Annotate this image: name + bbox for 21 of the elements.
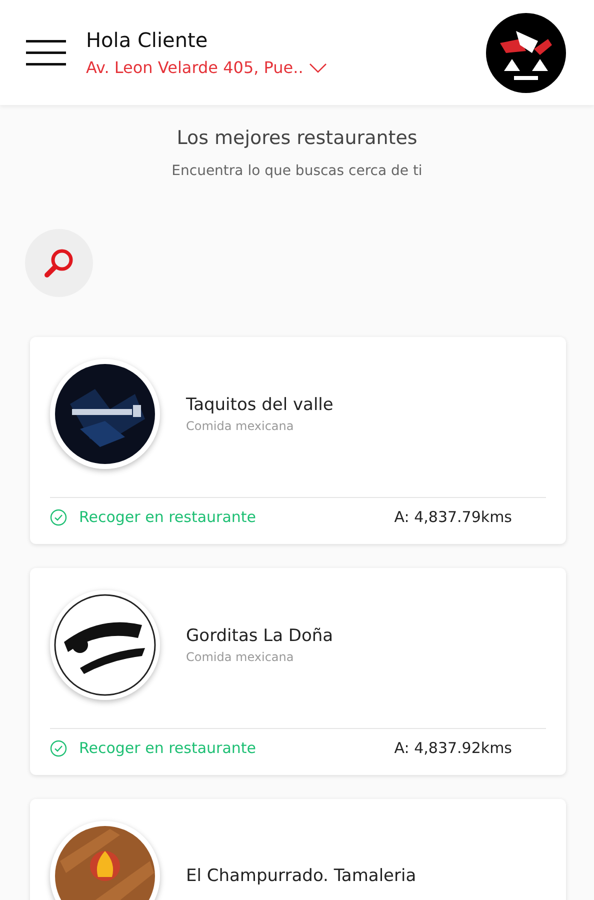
distance-label: A: 4,837.79kms [394,508,512,526]
search-icon [43,247,75,279]
section-subtitle: Encuentra lo que buscas cerca de ti [172,163,422,179]
greeting: Hola Cliente [86,28,209,52]
pickup-label: Recoger en restaurante [79,508,256,526]
check-circle-icon [50,508,67,526]
restaurant-name: Taquitos del valle [186,395,334,415]
restaurant-category: Comida mexicana [186,419,295,433]
menu-icon[interactable] [26,40,66,66]
restaurant-card[interactable]: Gorditas La Doña Comida mexicana Recoger en restaurante A: 4,837.92kms [30,568,566,775]
restaurant-card[interactable]: El Champurrado. Tamaleria [30,799,566,900]
restaurant-card[interactable]: Taquitos del valle Comida mexicana Recoger en restaurante A: 4,837.79kms [30,337,566,544]
distance-label: A: 4,837.92kms [394,739,512,757]
restaurant-name: El Champurrado. Tamaleria [186,866,416,886]
restaurant-category: Comida mexicana [186,650,295,664]
chevron-down-icon[interactable] [309,62,328,72]
section-title: Los mejores restaurantes [176,127,418,149]
check-circle-icon [50,740,67,756]
address-selector[interactable]: Av. Leon Velarde 405, Pue.. [86,58,304,77]
pickup-label: Recoger en restaurante [79,739,256,757]
restaurant-name: Gorditas La Doña [186,626,334,646]
